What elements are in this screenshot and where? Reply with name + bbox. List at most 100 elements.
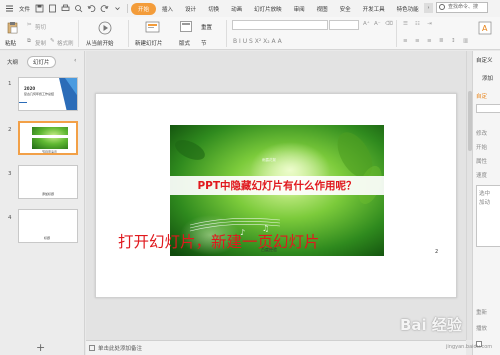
textbox-icon[interactable]: A: [478, 21, 492, 35]
new-slide-icon[interactable]: [145, 20, 161, 34]
tab-slides[interactable]: 幻灯片: [27, 56, 56, 68]
paste-button[interactable]: 粘贴: [5, 39, 16, 47]
slide-number: 4: [8, 215, 12, 221]
copy-icon[interactable]: ⧉: [27, 38, 31, 45]
cut-icon[interactable]: ✂: [27, 22, 32, 28]
align-right-icon[interactable]: ≡: [427, 38, 432, 44]
tab-animations[interactable]: 动画: [225, 5, 248, 13]
search-icon: [439, 4, 445, 10]
custom-animation-pane: 自定义 添加 自定 修改 开始 属性 速度 选中 加动 重新 播放: [472, 51, 500, 355]
redo-icon[interactable]: [100, 4, 109, 13]
save-icon[interactable]: [35, 4, 44, 13]
from-current-button[interactable]: 从当前开始: [86, 39, 114, 47]
dropdown-arrow-icon[interactable]: [113, 4, 122, 13]
add-slide-button[interactable]: +: [36, 341, 45, 354]
justify-icon[interactable]: ≣: [439, 38, 444, 44]
baidu-watermark-url: jingyan.baidu.com: [446, 344, 493, 350]
ribbon-divider: [396, 20, 397, 47]
align-center-icon[interactable]: ≡: [415, 38, 420, 44]
line-spacing-icon[interactable]: ↕: [451, 38, 456, 44]
effect-edit-button[interactable]: [476, 104, 500, 113]
svg-text:A: A: [482, 24, 488, 33]
format-painter-button[interactable]: 格式刷: [57, 39, 74, 47]
tab-developer[interactable]: 开发工具: [357, 5, 391, 13]
list-text-1: 选中: [479, 191, 491, 197]
copy-button[interactable]: 复制: [35, 39, 46, 47]
notes-bar[interactable]: 单击此处添加备注: [86, 340, 466, 355]
ribbon-toolbar: 粘贴 ✂ 剪切 ⧉ 复制 ✎ 格式刷 从当前开始 新建幻灯片 版式 重置 节 A…: [0, 17, 500, 50]
search-placeholder: 查找命令、搜: [448, 4, 479, 10]
font-format-buttons[interactable]: B I U S X² X₂ A A: [233, 38, 282, 45]
notes-icon: [89, 345, 95, 351]
layout-icon[interactable]: [180, 21, 192, 32]
slide-number-field[interactable]: 2: [435, 249, 438, 255]
play-label[interactable]: 播放: [476, 324, 487, 332]
tab-design[interactable]: 设计: [179, 5, 202, 13]
slide-number: 2: [8, 127, 12, 133]
shrink-font-button[interactable]: A⁻: [374, 21, 381, 27]
thumbnail-photo: [32, 127, 68, 149]
tab-view[interactable]: 视图: [311, 5, 334, 13]
tab-review[interactable]: 审阅: [288, 5, 311, 13]
align-left-icon[interactable]: ≡: [403, 38, 408, 44]
format-painter-icon[interactable]: ✎: [50, 38, 55, 44]
tab-home[interactable]: 开始: [131, 2, 157, 15]
section-button[interactable]: 节: [201, 39, 207, 47]
indent-icon[interactable]: ⇥: [427, 21, 432, 27]
tab-insert[interactable]: 插入: [156, 5, 179, 13]
modify-label: 修改: [476, 131, 488, 137]
play-from-current-icon[interactable]: [98, 21, 112, 35]
tab-features[interactable]: 特色功能: [391, 5, 425, 13]
slide-thumbnail-pane: 大纲 幻灯片 ‹ 1 2020 复古几何年终工作总结 2 节目页演示 3 添加标…: [0, 51, 85, 355]
speed-label: 速度: [476, 173, 488, 179]
font-size-select[interactable]: [329, 20, 359, 30]
print-icon[interactable]: [61, 4, 70, 13]
ribbon-divider: [78, 20, 79, 47]
font-family-select[interactable]: [232, 20, 328, 30]
export-pdf-icon[interactable]: [48, 4, 57, 13]
slide-thumbnail-1[interactable]: 2020 复古几何年终工作总结: [18, 77, 78, 111]
tab-security[interactable]: 安全: [334, 5, 357, 13]
cut-button[interactable]: 剪切: [35, 23, 46, 31]
reorder-label: 重新: [476, 310, 488, 316]
tab-slideshow[interactable]: 幻灯片放映: [248, 5, 288, 13]
bullets-icon[interactable]: ☰: [403, 21, 408, 27]
grow-font-button[interactable]: A⁺: [363, 21, 370, 27]
new-slide-button[interactable]: 新建幻灯片: [135, 39, 163, 47]
slide-thumbnail-3[interactable]: 添加标题: [18, 165, 78, 199]
slide2-footer: 节目页演示: [42, 150, 58, 154]
print-preview-icon[interactable]: [74, 4, 83, 13]
add-effect-button[interactable]: 添加: [482, 74, 493, 82]
list-text-2: 加动: [479, 200, 491, 206]
slide-thumbnail-2[interactable]: 节目页演示: [18, 121, 78, 155]
tab-outline[interactable]: 大纲: [4, 56, 21, 68]
tab-transitions[interactable]: 切换: [202, 5, 225, 13]
undo-icon[interactable]: [87, 4, 96, 13]
numbering-icon[interactable]: ☷: [415, 21, 420, 27]
ribbon-divider: [128, 20, 129, 47]
current-slide[interactable]: ♪ ♫ 雨露花絮 PPT中隐藏幻灯片有什么作用呢？ 百度经验 2 打开幻灯片，新…: [95, 93, 457, 298]
paste-icon[interactable]: [6, 21, 19, 34]
slide-thumbnail-4[interactable]: 标题: [18, 209, 78, 243]
notes-placeholder[interactable]: 单击此处添加备注: [98, 344, 142, 352]
ribbon-divider: [226, 20, 227, 47]
animation-list[interactable]: 选中 加动: [476, 185, 500, 247]
slide-number: 1: [8, 81, 12, 87]
more-tabs-button[interactable]: ›: [424, 3, 433, 13]
command-search-input[interactable]: 查找命令、搜: [436, 2, 488, 13]
menu-divider: [127, 4, 129, 13]
property-label: 属性: [476, 159, 488, 165]
slide1-subtitle: 复古几何年终工作总结: [24, 92, 55, 96]
slide-title[interactable]: PPT中隐藏幻灯片有什么作用呢？: [170, 176, 384, 195]
pane-tabs: 大纲 幻灯片: [4, 56, 56, 68]
layout-button[interactable]: 版式: [179, 39, 190, 47]
pane-header: 自定义: [476, 58, 493, 64]
menu-icon[interactable]: [5, 4, 14, 13]
collapse-pane-icon[interactable]: ‹: [74, 57, 76, 64]
columns-icon[interactable]: ▥: [463, 38, 468, 44]
baidu-watermark-logo: Bai 经验: [400, 316, 462, 334]
clear-format-button[interactable]: ⌫: [385, 21, 393, 27]
reset-button[interactable]: 重置: [201, 23, 212, 31]
file-menu[interactable]: 文件: [16, 5, 33, 13]
slide-number: 3: [8, 171, 12, 177]
